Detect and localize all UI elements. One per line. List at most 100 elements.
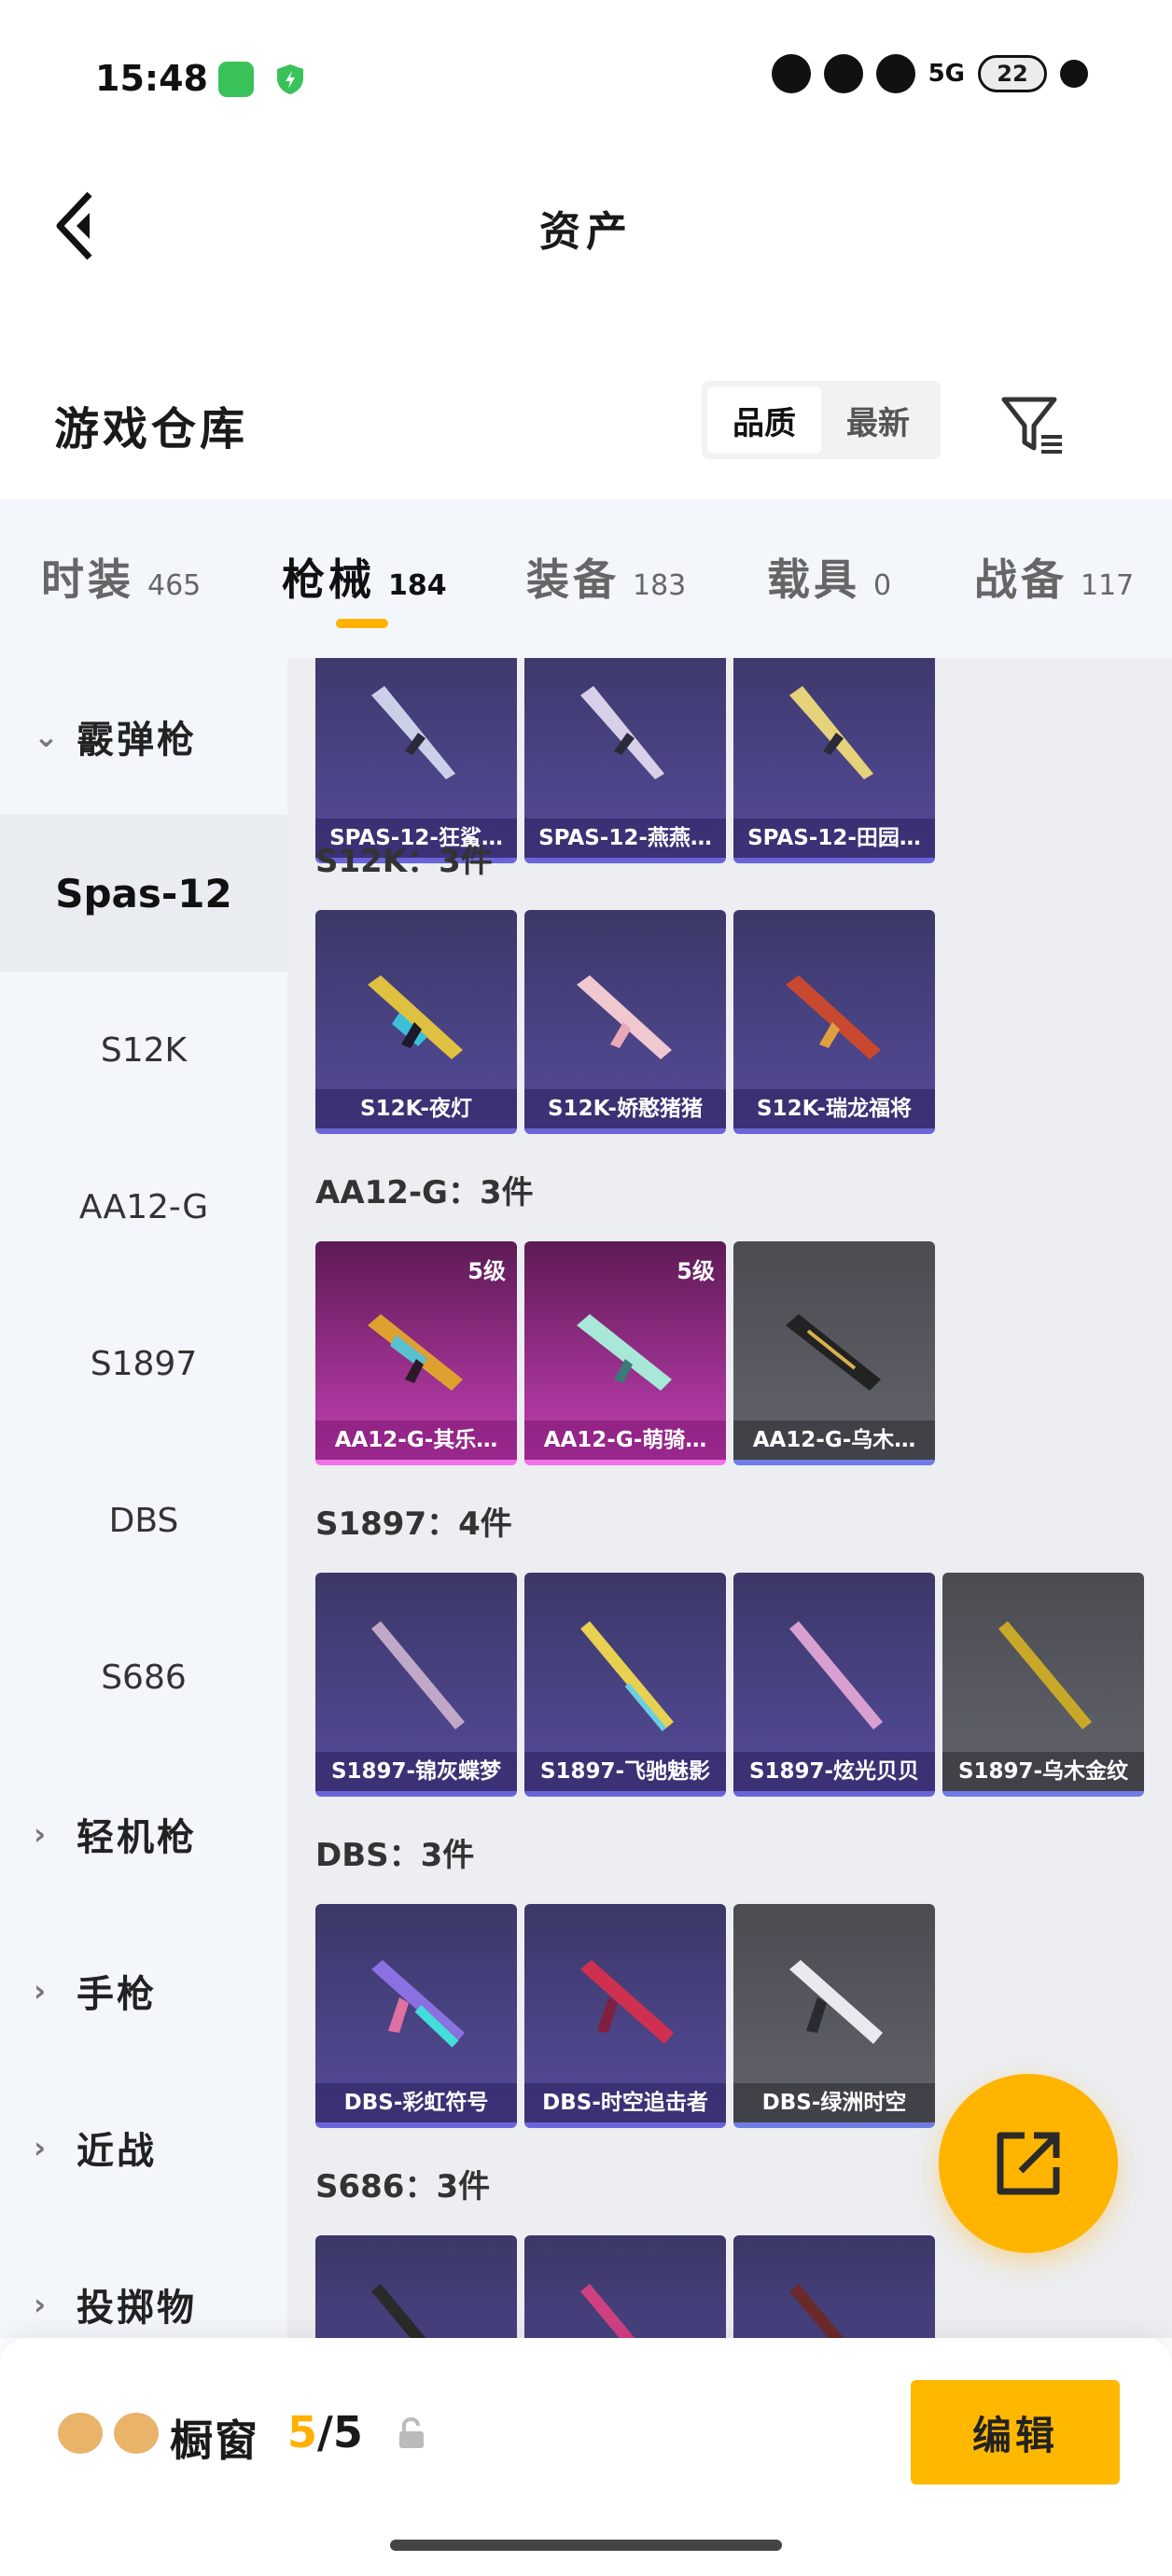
group-title: S686：3件 [315,2168,491,2205]
app-header: 资产 [0,159,1172,289]
item-card[interactable]: DBS-绿洲时空 [733,1904,935,2128]
group-title: S12K：3件 [315,843,493,880]
gun-skin-image [368,1314,463,1391]
paw-avatar-icon [114,2413,159,2454]
filter-icon [1001,397,1062,454]
item-card[interactable]: DBS-彩虹符号 [315,1904,517,2128]
sidebar-group-label: 手枪 [77,1973,157,2016]
tab-fashion[interactable]: 时装 465 [41,546,201,611]
chevron-right-icon: › [34,2287,49,2322]
item-card[interactable]: SPAS-12-田园… [733,658,935,863]
tab-count: 184 [388,569,447,602]
tab-guns[interactable]: 枪械 184 [282,546,447,611]
item-card[interactable]: S1897-飞驰魅影 [524,1573,726,1797]
filter-button[interactable] [997,386,1071,461]
sidebar-item-spas12[interactable]: Spas-12 [0,815,287,972]
item-card[interactable]: S1897-乌木金纹 [942,1573,1144,1797]
tab-label: 载具 [767,554,860,605]
sidebar-group-pistol[interactable]: › 手枪 [0,1912,287,2069]
item-card[interactable]: S12K-瑞龙福将 [733,910,935,1134]
sort-newest[interactable]: 最新 [821,386,935,454]
item-card[interactable]: 5级 AA12-G-萌骑… [524,1241,726,1465]
sidebar-group-label: 近战 [77,2130,157,2173]
item-card[interactable] [733,2235,935,2338]
item-name: S1897-乌木金纹 [942,1752,1144,1791]
item-card[interactable]: SPAS-12-狂鲨… [315,658,517,863]
tab-count: 183 [633,569,687,602]
gun-skin-image [371,1960,465,2048]
tab-count: 0 [873,569,892,602]
message-app-icon [218,62,254,97]
sidebar-item-s12k[interactable]: S12K [0,972,287,1128]
item-card[interactable]: AA12-G-乌木… [733,1241,935,1465]
share-icon [997,2132,1060,2195]
tab-vehicles[interactable]: 载具 0 [767,546,891,611]
tab-supplies[interactable]: 战备 117 [974,546,1134,611]
gun-skin-image [371,686,455,779]
tab-equipment[interactable]: 装备 183 [526,546,686,611]
item-name: AA12-G-萌骑… [524,1421,726,1460]
item-card[interactable] [315,2235,517,2338]
status-icons: 5G 22 [771,54,1088,93]
gun-skin-image [789,1621,883,1729]
sidebar-group-label: 霰弹枪 [77,719,197,762]
item-card[interactable]: DBS-时空追击者 [524,1904,726,2128]
gun-skin-image [577,975,672,1059]
sidebar-group-lmg[interactable]: › 轻机枪 [0,1756,287,1912]
lock-icon [399,2416,424,2448]
section-title: 游戏仓库 [54,403,249,455]
home-indicator [390,2540,782,2551]
item-card[interactable]: S12K-夜灯 [315,910,517,1134]
item-name: SPAS-12-燕燕… [524,819,726,858]
gun-skin-image [580,2284,635,2338]
category-tabs: 时装 465 枪械 184 装备 183 载具 0 战备 117 [0,499,1172,658]
item-name: S12K-娇憨猪猪 [524,1089,726,1128]
chevron-right-icon: › [34,2130,49,2165]
group-title: AA12-G：3件 [315,1174,534,1211]
item-card[interactable]: S1897-锦灰蝶梦 [315,1573,517,1797]
sidebar-item-dbs[interactable]: DBS [0,1442,287,1599]
item-name: S12K-瑞龙福将 [733,1089,935,1128]
item-card[interactable] [524,2235,726,2338]
gun-skin-image [786,975,881,1059]
share-button[interactable] [939,2074,1118,2253]
gun-skin-image [368,975,463,1059]
sidebar-group-shotgun[interactable]: ⌄ 霰弹枪 [0,658,287,815]
status-bar: 15:48 5G 22 [0,0,1172,159]
sort-quality[interactable]: 品质 [707,386,821,454]
sort-toggle: 品质 最新 [702,381,941,459]
tab-label: 装备 [526,554,620,605]
sidebar-group-melee[interactable]: › 近战 [0,2069,287,2226]
page-title: 资产 [539,208,633,256]
gun-skin-image [580,686,664,779]
sidebar-item-aa12g[interactable]: AA12-G [0,1128,287,1285]
chevron-down-icon: ⌄ [34,719,62,754]
tab-count: 465 [147,569,202,602]
edit-button[interactable]: 编辑 [911,2380,1120,2485]
item-card[interactable]: S1897-炫光贝贝 [733,1573,935,1797]
showcase-label: 橱窗 [170,2415,259,2466]
signal-icon: 5G [928,60,965,88]
item-card[interactable]: 5级 AA12-G-其乐… [315,1241,517,1465]
item-card[interactable]: S12K-娇憨猪猪 [524,910,726,1134]
shield-icon [272,62,308,97]
showcase-count: 5/5 [287,2407,363,2457]
gun-skin-image [580,1621,674,1731]
status-time: 15:48 [95,58,208,99]
gun-skin-image [786,1314,881,1391]
item-card[interactable]: SPAS-12-燕燕… [524,658,726,863]
notification-icon [823,54,863,93]
item-name: S1897-炫光贝贝 [733,1752,935,1791]
group-title: S1897：4件 [315,1505,512,1543]
sidebar: ⌄ 霰弹枪 Spas-12 S12K AA12-G S1897 DBS S686… [0,658,287,2338]
item-name: DBS-时空追击者 [524,2083,726,2122]
gun-skin-image [789,686,873,779]
item-name: SPAS-12-田园… [733,819,935,858]
sidebar-item-s1897[interactable]: S1897 [0,1285,287,1442]
bottom-bar: 橱窗 5/5 编辑 [0,2338,1172,2576]
item-name: AA12-G-其乐… [315,1421,517,1460]
sidebar-item-s686[interactable]: S686 [0,1599,287,1756]
bear-avatar-icon [58,2413,103,2454]
gun-skin-image [789,2284,844,2338]
tab-label: 时装 [41,554,134,605]
